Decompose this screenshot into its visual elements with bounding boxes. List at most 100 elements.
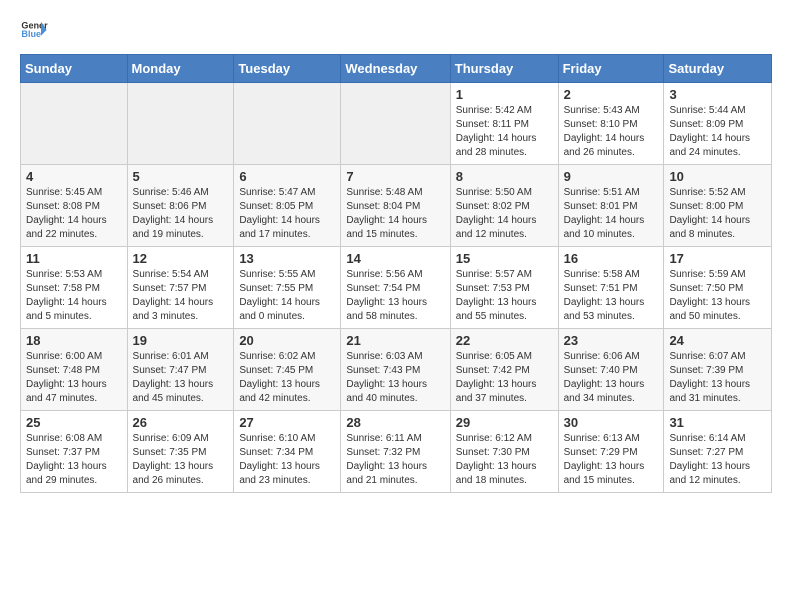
day-number: 28: [346, 415, 444, 430]
day-number: 15: [456, 251, 553, 266]
day-info: Sunrise: 5:43 AM Sunset: 8:10 PM Dayligh…: [564, 104, 659, 160]
day-info: Sunrise: 5:56 AM Sunset: 7:54 PM Dayligh…: [346, 268, 444, 324]
day-info: Sunrise: 5:47 AM Sunset: 8:05 PM Dayligh…: [239, 186, 335, 242]
day-info: Sunrise: 6:11 AM Sunset: 7:32 PM Dayligh…: [346, 432, 444, 488]
day-info: Sunrise: 5:53 AM Sunset: 7:58 PM Dayligh…: [26, 268, 122, 324]
day-number: 8: [456, 169, 553, 184]
day-info: Sunrise: 6:07 AM Sunset: 7:39 PM Dayligh…: [669, 350, 766, 406]
day-info: Sunrise: 5:46 AM Sunset: 8:06 PM Dayligh…: [133, 186, 229, 242]
calendar-cell: 14 Sunrise: 5:56 AM Sunset: 7:54 PM Dayli…: [341, 247, 450, 329]
calendar-week-row: 18 Sunrise: 6:00 AM Sunset: 7:48 PM Dayli…: [21, 329, 772, 411]
day-info: Sunrise: 5:48 AM Sunset: 8:04 PM Dayligh…: [346, 186, 444, 242]
calendar-week-row: 11 Sunrise: 5:53 AM Sunset: 7:58 PM Dayli…: [21, 247, 772, 329]
day-number: 25: [26, 415, 122, 430]
day-info: Sunrise: 6:14 AM Sunset: 7:27 PM Dayligh…: [669, 432, 766, 488]
calendar-cell: 7 Sunrise: 5:48 AM Sunset: 8:04 PM Daylig…: [341, 165, 450, 247]
calendar-cell: 11 Sunrise: 5:53 AM Sunset: 7:58 PM Dayli…: [21, 247, 128, 329]
header: General Blue: [20, 16, 772, 44]
day-info: Sunrise: 6:06 AM Sunset: 7:40 PM Dayligh…: [564, 350, 659, 406]
day-info: Sunrise: 5:57 AM Sunset: 7:53 PM Dayligh…: [456, 268, 553, 324]
calendar-cell: 31 Sunrise: 6:14 AM Sunset: 7:27 PM Dayli…: [664, 411, 772, 493]
calendar-cell: 3Sunrise: 5:44 AM Sunset: 8:09 PM Daylig…: [664, 83, 772, 165]
calendar: SundayMondayTuesdayWednesdayThursdayFrid…: [20, 54, 772, 493]
day-info: Sunrise: 6:00 AM Sunset: 7:48 PM Dayligh…: [26, 350, 122, 406]
calendar-cell: [21, 83, 128, 165]
calendar-cell: 26 Sunrise: 6:09 AM Sunset: 7:35 PM Dayli…: [127, 411, 234, 493]
day-number: 21: [346, 333, 444, 348]
calendar-cell: 22Sunrise: 6:05 AM Sunset: 7:42 PM Dayli…: [450, 329, 558, 411]
day-info: Sunrise: 6:02 AM Sunset: 7:45 PM Dayligh…: [239, 350, 335, 406]
calendar-cell: 1 Sunrise: 5:42 AM Sunset: 8:11 PM Daylig…: [450, 83, 558, 165]
day-info: Sunrise: 6:10 AM Sunset: 7:34 PM Dayligh…: [239, 432, 335, 488]
day-number: 3: [669, 87, 766, 102]
calendar-cell: 30 Sunrise: 6:13 AM Sunset: 7:29 PM Dayli…: [558, 411, 664, 493]
calendar-cell: 17 Sunrise: 5:59 AM Sunset: 7:50 PM Dayli…: [664, 247, 772, 329]
calendar-cell: 19 Sunrise: 6:01 AM Sunset: 7:47 PM Dayli…: [127, 329, 234, 411]
day-number: 31: [669, 415, 766, 430]
day-number: 20: [239, 333, 335, 348]
calendar-cell: [127, 83, 234, 165]
day-info: Sunrise: 5:51 AM Sunset: 8:01 PM Dayligh…: [564, 186, 659, 242]
day-number: 22: [456, 333, 553, 348]
day-info: Sunrise: 5:50 AM Sunset: 8:02 PM Dayligh…: [456, 186, 553, 242]
calendar-week-row: 4 Sunrise: 5:45 AM Sunset: 8:08 PM Daylig…: [21, 165, 772, 247]
weekday-header-tuesday: Tuesday: [234, 55, 341, 83]
weekday-header-saturday: Saturday: [664, 55, 772, 83]
weekday-header-friday: Friday: [558, 55, 664, 83]
day-number: 11: [26, 251, 122, 266]
day-number: 6: [239, 169, 335, 184]
day-number: 13: [239, 251, 335, 266]
day-number: 2: [564, 87, 659, 102]
calendar-cell: 4 Sunrise: 5:45 AM Sunset: 8:08 PM Daylig…: [21, 165, 128, 247]
calendar-header-row: SundayMondayTuesdayWednesdayThursdayFrid…: [21, 55, 772, 83]
day-number: 14: [346, 251, 444, 266]
calendar-cell: 28 Sunrise: 6:11 AM Sunset: 7:32 PM Dayli…: [341, 411, 450, 493]
day-info: Sunrise: 5:58 AM Sunset: 7:51 PM Dayligh…: [564, 268, 659, 324]
weekday-header-sunday: Sunday: [21, 55, 128, 83]
calendar-cell: 27 Sunrise: 6:10 AM Sunset: 7:34 PM Dayli…: [234, 411, 341, 493]
day-number: 4: [26, 169, 122, 184]
calendar-cell: 2 Sunrise: 5:43 AM Sunset: 8:10 PM Daylig…: [558, 83, 664, 165]
day-info: Sunrise: 5:59 AM Sunset: 7:50 PM Dayligh…: [669, 268, 766, 324]
calendar-cell: 15 Sunrise: 5:57 AM Sunset: 7:53 PM Dayli…: [450, 247, 558, 329]
calendar-week-row: 25Sunrise: 6:08 AM Sunset: 7:37 PM Dayli…: [21, 411, 772, 493]
calendar-cell: 23Sunrise: 6:06 AM Sunset: 7:40 PM Dayli…: [558, 329, 664, 411]
day-info: Sunrise: 6:12 AM Sunset: 7:30 PM Dayligh…: [456, 432, 553, 488]
day-number: 27: [239, 415, 335, 430]
day-number: 1: [456, 87, 553, 102]
calendar-cell: 24 Sunrise: 6:07 AM Sunset: 7:39 PM Dayli…: [664, 329, 772, 411]
calendar-cell: [234, 83, 341, 165]
calendar-cell: 6 Sunrise: 5:47 AM Sunset: 8:05 PM Daylig…: [234, 165, 341, 247]
day-number: 7: [346, 169, 444, 184]
day-number: 26: [133, 415, 229, 430]
calendar-cell: 12Sunrise: 5:54 AM Sunset: 7:57 PM Dayli…: [127, 247, 234, 329]
day-number: 17: [669, 251, 766, 266]
calendar-cell: [341, 83, 450, 165]
calendar-cell: 10 Sunrise: 5:52 AM Sunset: 8:00 PM Dayli…: [664, 165, 772, 247]
day-number: 10: [669, 169, 766, 184]
day-number: 19: [133, 333, 229, 348]
day-info: Sunrise: 5:45 AM Sunset: 8:08 PM Dayligh…: [26, 186, 122, 242]
calendar-cell: 13Sunrise: 5:55 AM Sunset: 7:55 PM Dayli…: [234, 247, 341, 329]
day-number: 16: [564, 251, 659, 266]
logo-icon: General Blue: [20, 16, 48, 44]
day-number: 30: [564, 415, 659, 430]
day-info: Sunrise: 6:01 AM Sunset: 7:47 PM Dayligh…: [133, 350, 229, 406]
day-info: Sunrise: 5:42 AM Sunset: 8:11 PM Dayligh…: [456, 104, 553, 160]
calendar-cell: 18 Sunrise: 6:00 AM Sunset: 7:48 PM Dayli…: [21, 329, 128, 411]
calendar-cell: 29 Sunrise: 6:12 AM Sunset: 7:30 PM Dayli…: [450, 411, 558, 493]
calendar-cell: 21 Sunrise: 6:03 AM Sunset: 7:43 PM Dayli…: [341, 329, 450, 411]
calendar-cell: 5Sunrise: 5:46 AM Sunset: 8:06 PM Daylig…: [127, 165, 234, 247]
day-number: 29: [456, 415, 553, 430]
day-info: Sunrise: 6:13 AM Sunset: 7:29 PM Dayligh…: [564, 432, 659, 488]
day-info: Sunrise: 6:09 AM Sunset: 7:35 PM Dayligh…: [133, 432, 229, 488]
svg-text:Blue: Blue: [21, 29, 41, 39]
calendar-cell: 20 Sunrise: 6:02 AM Sunset: 7:45 PM Dayli…: [234, 329, 341, 411]
weekday-header-thursday: Thursday: [450, 55, 558, 83]
day-info: Sunrise: 6:03 AM Sunset: 7:43 PM Dayligh…: [346, 350, 444, 406]
weekday-header-monday: Monday: [127, 55, 234, 83]
day-number: 18: [26, 333, 122, 348]
weekday-header-wednesday: Wednesday: [341, 55, 450, 83]
day-info: Sunrise: 5:52 AM Sunset: 8:00 PM Dayligh…: [669, 186, 766, 242]
day-number: 24: [669, 333, 766, 348]
